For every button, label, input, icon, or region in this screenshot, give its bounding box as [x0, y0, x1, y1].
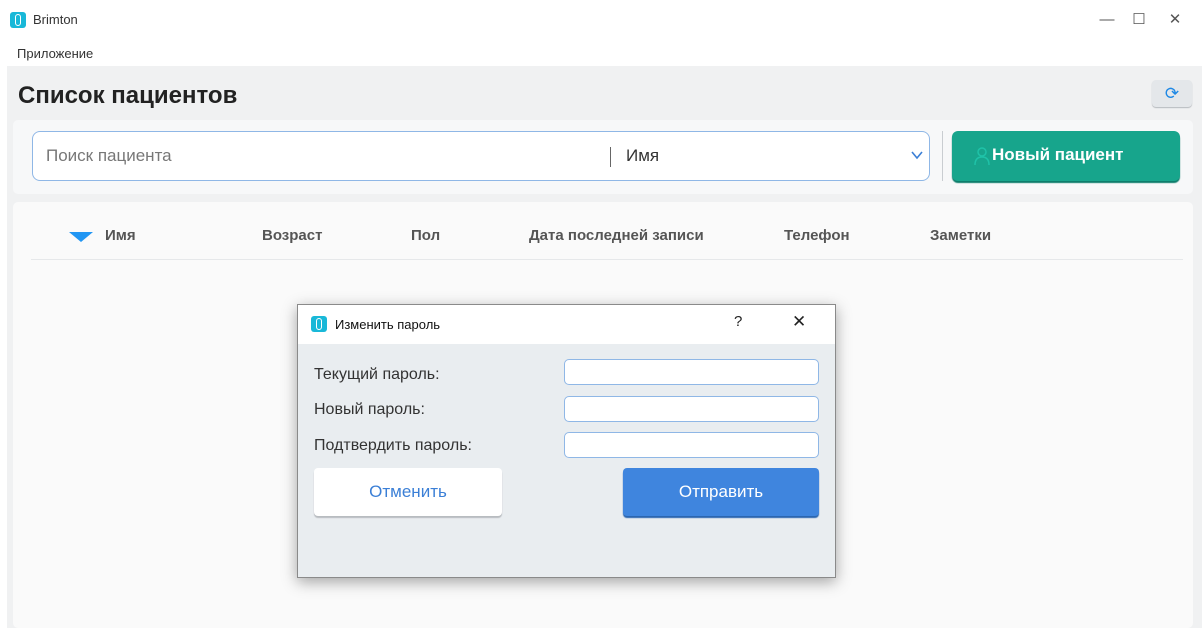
new-patient-button[interactable]: Новый пациент	[952, 131, 1180, 181]
search-divider	[610, 147, 611, 167]
window-titlebar: Brimton — ☐ ✕	[0, 0, 1202, 44]
menu-item-app[interactable]: Приложение	[17, 46, 93, 61]
search-card: Имя Новый пациент	[13, 120, 1193, 194]
chevron-down-icon[interactable]	[909, 148, 925, 162]
column-header-age[interactable]: Возраст	[262, 227, 322, 244]
dialog-close-button[interactable]: ✕	[792, 312, 806, 332]
app-logo-icon	[311, 316, 327, 332]
search-field-select[interactable]: Имя	[626, 146, 659, 166]
refresh-button[interactable]: ⟳	[1152, 80, 1192, 107]
new-password-field[interactable]	[564, 396, 819, 422]
search-box: Имя	[32, 131, 930, 181]
maximize-button[interactable]: ☐	[1124, 9, 1154, 31]
new-patient-label: Новый пациент	[992, 145, 1124, 164]
page-title: Список пациентов	[18, 82, 238, 109]
submit-button[interactable]: Отправить	[623, 468, 819, 516]
change-password-dialog: Изменить пароль ? ✕ Текущий пароль: Новы…	[297, 304, 836, 578]
cancel-button[interactable]: Отменить	[314, 468, 502, 516]
current-password-field[interactable]	[564, 359, 819, 385]
dialog-title: Изменить пароль	[335, 317, 441, 332]
column-header-phone[interactable]: Телефон	[784, 227, 850, 244]
column-header-name[interactable]: Имя	[105, 227, 136, 244]
column-header-gender[interactable]: Пол	[411, 227, 440, 244]
column-header-notes[interactable]: Заметки	[930, 227, 991, 244]
user-plus-icon	[974, 147, 990, 166]
confirm-password-label: Подтвердить пароль:	[314, 437, 472, 454]
minimize-button[interactable]: —	[1092, 9, 1122, 31]
sort-desc-icon[interactable]	[69, 232, 93, 242]
column-header-last-visit[interactable]: Дата последней записи	[529, 227, 704, 244]
new-password-label: Новый пароль:	[314, 401, 425, 418]
close-button[interactable]: ✕	[1160, 9, 1190, 31]
table-header-divider	[31, 259, 1183, 260]
current-password-label: Текущий пароль:	[314, 366, 440, 383]
toolbar-separator	[942, 131, 943, 181]
app-title: Brimton	[33, 12, 78, 27]
search-input[interactable]	[34, 133, 604, 179]
menu-bar: Приложение	[0, 44, 1202, 66]
help-button[interactable]: ?	[734, 313, 742, 330]
dialog-titlebar: Изменить пароль ? ✕	[298, 305, 835, 344]
confirm-password-field[interactable]	[564, 432, 819, 458]
app-logo-icon	[10, 12, 26, 28]
refresh-icon: ⟳	[1164, 84, 1180, 103]
